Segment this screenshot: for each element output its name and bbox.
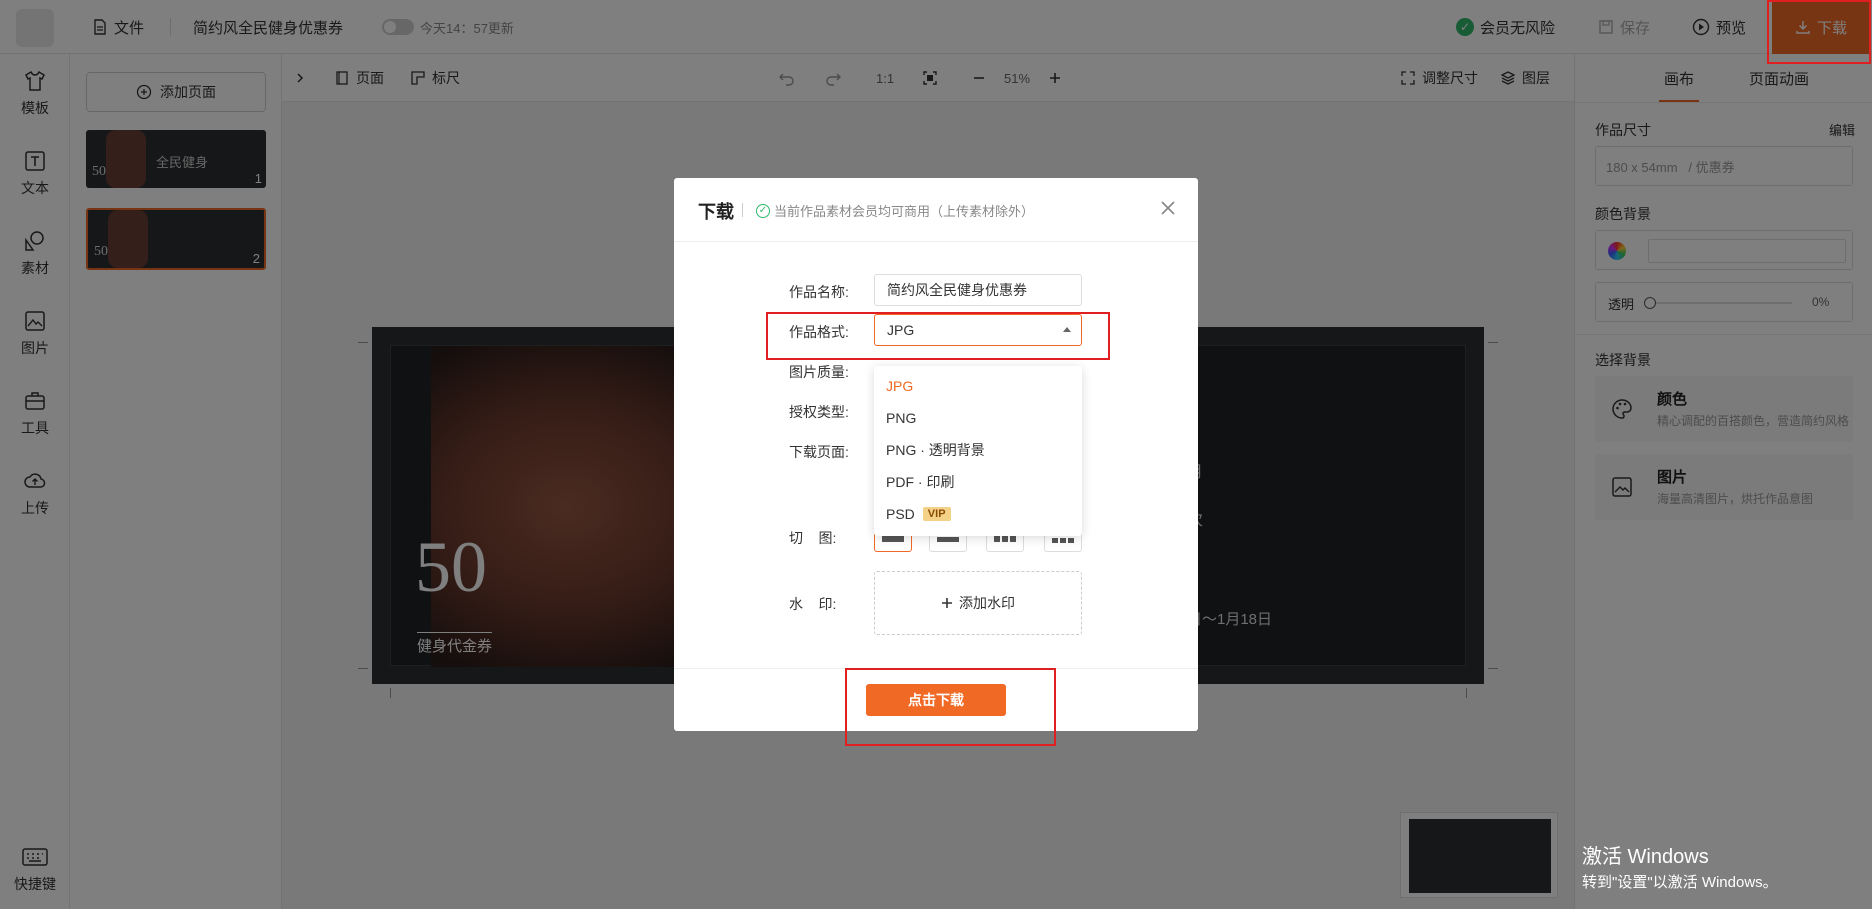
dialog-header: 下载 ✓ 当前作品素材会员均可商用（上传素材除外） [674,178,1198,242]
format-option-label: PSD [886,506,915,522]
slice-preview [1052,537,1058,543]
license-note-text: 当前作品素材会员均可商用（上传素材除外） [774,204,1035,219]
pages-label: 下载页面: [789,444,849,460]
format-option-label: PDF · 印刷 [886,474,955,490]
dialog-title: 下载 [698,202,734,222]
add-watermark-button[interactable]: 添加水印 [874,571,1082,635]
name-value: 简约风全民健身优惠券 [887,282,1027,298]
format-option-label: PNG [886,410,917,426]
divider [742,203,743,217]
close-icon[interactable] [1158,198,1178,218]
watermark-label: 水 印: [789,596,837,612]
windows-activation-watermark: 激活 Windows 转到"设置"以激活 Windows。 [1582,840,1778,892]
slice-preview [937,537,959,542]
slice-label: 切 图: [789,530,837,546]
format-option-png[interactable]: PNG [874,402,1082,434]
highlight-download-button [1767,0,1871,64]
plus-icon [942,598,952,608]
format-option-png-transparent[interactable]: PNG · 透明背景 [874,434,1082,466]
format-option-jpg[interactable]: JPG [874,370,1082,402]
format-option-label: JPG [886,378,914,394]
format-option-label: PNG · 透明背景 [886,442,985,458]
add-watermark-label: 添加水印 [959,595,1015,611]
license-label: 授权类型: [789,404,849,420]
format-dropdown: JPG PNG PNG · 透明背景 PDF · 印刷 PSD VIP [874,366,1082,536]
windows-activation-hint: 转到"设置"以激活 Windows。 [1582,874,1778,891]
format-option-psd[interactable]: PSD VIP [874,498,1082,530]
quality-label: 图片质量: [789,364,849,380]
license-note: ✓ 当前作品素材会员均可商用（上传素材除外） [756,201,1034,220]
slice-preview [1060,537,1066,543]
windows-activation-title: 激活 Windows [1582,846,1709,868]
name-input[interactable]: 简约风全民健身优惠券 [874,274,1082,306]
highlight-confirm-download [845,668,1056,746]
highlight-format-select [766,312,1110,360]
vip-badge: VIP [922,507,951,521]
slice-preview [1068,537,1074,543]
name-label: 作品名称: [789,284,849,300]
download-dialog: 下载 ✓ 当前作品素材会员均可商用（上传素材除外） 作品名称: 简约风全民健身优… [674,178,1198,731]
format-option-pdf-print[interactable]: PDF · 印刷 [874,466,1082,498]
check-circle-icon: ✓ [756,203,770,218]
